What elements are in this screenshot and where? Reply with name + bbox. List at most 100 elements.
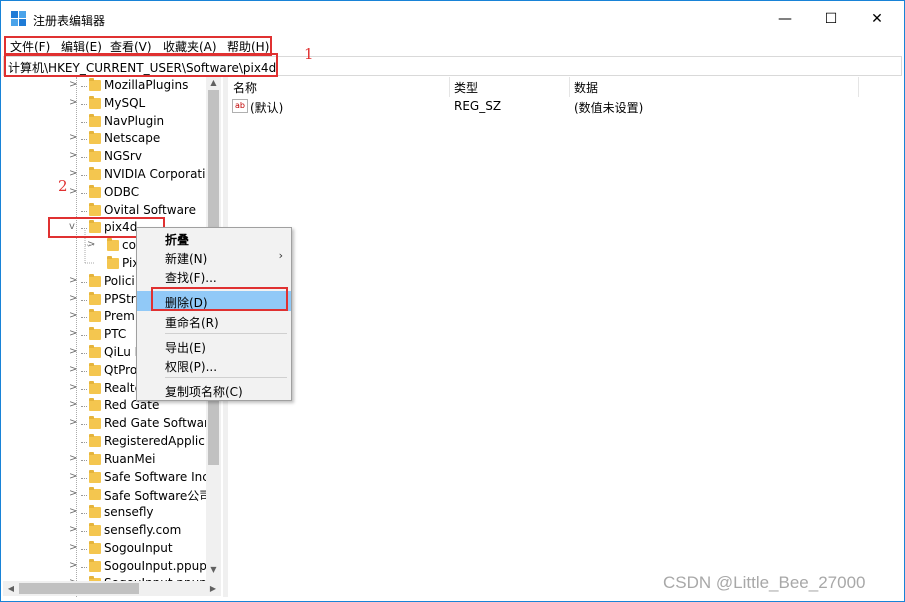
- tree-connector: [81, 281, 87, 283]
- menu-item-label: 查找(F)...: [165, 271, 217, 285]
- tree-connector: [81, 370, 87, 372]
- minimize-button[interactable]: —: [762, 1, 808, 37]
- tree-item[interactable]: > SogouInput: [3, 540, 223, 558]
- menu-item-export[interactable]: 导出(E): [137, 336, 291, 356]
- tree-connector: [81, 210, 87, 212]
- scroll-up-icon[interactable]: ▲: [206, 78, 221, 90]
- expand-chevron-icon[interactable]: >: [69, 328, 79, 339]
- expand-chevron-icon[interactable]: >: [69, 471, 79, 482]
- scroll-right-icon[interactable]: ▶: [206, 581, 220, 596]
- tree-horizontal-scrollbar[interactable]: ◀ ▶: [3, 581, 221, 596]
- tree-item[interactable]: > Safe Software Inc: [3, 469, 223, 487]
- tree-item-label: NGSrv: [104, 149, 142, 164]
- expand-chevron-icon[interactable]: >: [69, 488, 79, 499]
- expand-chevron-icon[interactable]: >: [69, 417, 79, 428]
- menu-item-collapse[interactable]: 折叠: [137, 228, 291, 248]
- tree-item-label: ODBC: [104, 184, 140, 199]
- tree-item[interactable]: > MozillaPlugins: [3, 77, 223, 95]
- column-header-type[interactable]: 类型: [454, 79, 478, 96]
- menu-item-new[interactable]: 新建(N) ›: [137, 247, 291, 267]
- tree-connector: [81, 175, 87, 176]
- expand-chevron-icon[interactable]: >: [69, 150, 79, 161]
- tree-item[interactable]: > NVIDIA Corporatio: [3, 166, 223, 184]
- expand-chevron-icon[interactable]: >: [69, 542, 79, 553]
- expand-chevron-icon[interactable]: >: [69, 346, 79, 357]
- folder-icon: [89, 380, 101, 394]
- tree-connector: [81, 513, 87, 515]
- tree-item-label: sensefly.com: [104, 523, 182, 537]
- expand-chevron-icon[interactable]: >: [69, 453, 79, 464]
- expand-chevron-icon[interactable]: >: [69, 506, 79, 517]
- tree-connector: [81, 86, 87, 87]
- expand-chevron-icon[interactable]: >: [69, 560, 79, 571]
- tree-connector: [81, 139, 87, 141]
- values-list[interactable]: 名称 类型 数据 ab (默认) REG_SZ (数值未设置): [228, 77, 903, 597]
- watermark-text: CSDN @Little_Bee_27000: [663, 573, 866, 592]
- value-name[interactable]: (默认): [250, 99, 283, 116]
- tree-connector: [81, 495, 87, 497]
- tree-connector: [81, 192, 87, 194]
- folder-icon: [89, 558, 101, 572]
- menu-item-label: 权限(P)...: [165, 360, 218, 374]
- tree-item[interactable]: NavPlugin: [3, 113, 223, 131]
- tree-item[interactable]: > Red Gate Softwar: [3, 415, 223, 433]
- column-header-name[interactable]: 名称: [233, 79, 257, 96]
- tree-item[interactable]: > NGSrv: [3, 148, 223, 166]
- column-divider[interactable]: [569, 77, 570, 97]
- tree-item[interactable]: > Netscape: [3, 130, 223, 148]
- tree-item-label: NVIDIA Corporatio: [104, 167, 213, 181]
- expand-chevron-icon[interactable]: >: [69, 293, 79, 304]
- tree-connector: [81, 442, 87, 443]
- tree-connector: [81, 317, 87, 319]
- expand-chevron-icon[interactable]: >: [69, 524, 79, 535]
- folder-icon: [89, 487, 101, 501]
- expand-chevron-icon[interactable]: >: [69, 310, 79, 321]
- column-divider[interactable]: [858, 77, 859, 97]
- folder-icon: [89, 273, 101, 287]
- tree-item[interactable]: > MySQL: [3, 95, 223, 113]
- tree-item[interactable]: > ODBC: [3, 184, 223, 202]
- tree-connector: [81, 157, 87, 159]
- expand-chevron-icon[interactable]: >: [69, 97, 79, 108]
- maximize-button[interactable]: ☐: [808, 1, 854, 37]
- folder-icon: [89, 202, 101, 216]
- tree-item-label: MySQL: [104, 95, 146, 110]
- scroll-left-icon[interactable]: ◀: [4, 581, 18, 596]
- tree-item-label: NavPlugin: [104, 113, 165, 128]
- menu-item-label: 折叠: [165, 233, 190, 247]
- column-divider[interactable]: [449, 77, 450, 97]
- expand-chevron-icon[interactable]: >: [69, 275, 79, 286]
- column-header-data[interactable]: 数据: [574, 79, 598, 96]
- expand-chevron-icon[interactable]: >: [69, 168, 79, 179]
- close-button[interactable]: ✕: [854, 1, 900, 37]
- folder-icon: [89, 131, 101, 145]
- expand-chevron-icon[interactable]: >: [69, 132, 79, 143]
- tree-item[interactable]: > sensefly: [3, 504, 223, 522]
- tree-item[interactable]: > sensefly.com: [3, 522, 223, 540]
- tree-item[interactable]: > SogouInput.ppup: [3, 558, 223, 576]
- expand-chevron-icon[interactable]: >: [69, 364, 79, 375]
- tree-item[interactable]: > RuanMei: [3, 451, 223, 469]
- annotation-box-address: [4, 53, 278, 77]
- menu-item-rename[interactable]: 重命名(R): [137, 311, 291, 331]
- tree-connector: [81, 531, 87, 532]
- tree-connector: [81, 121, 87, 123]
- hscrollbar-thumb[interactable]: [19, 583, 139, 594]
- tree-item[interactable]: > Safe Software公司: [3, 486, 223, 504]
- tree-item-label: MozillaPlugins: [104, 78, 189, 92]
- scroll-down-icon[interactable]: ▼: [206, 565, 221, 577]
- expand-chevron-icon[interactable]: >: [69, 79, 79, 90]
- tree-item[interactable]: RegisteredApplic: [3, 433, 223, 451]
- menu-item-copy-key-name[interactable]: 复制项名称(C): [137, 380, 291, 400]
- menu-item-find[interactable]: 查找(F)...: [137, 266, 291, 286]
- menu-separator: [165, 377, 287, 378]
- tree-item-label: Polici: [104, 273, 135, 288]
- tree-item-label: Red Gate Softwar: [104, 416, 209, 431]
- tree-connector: [81, 548, 87, 550]
- folder-icon: [89, 523, 101, 536]
- expand-chevron-icon[interactable]: >: [69, 382, 79, 393]
- menu-item-permissions[interactable]: 权限(P)...: [137, 355, 291, 375]
- expand-chevron-icon[interactable]: >: [69, 186, 79, 197]
- tree-item-label: SogouInput: [104, 540, 173, 555]
- expand-chevron-icon[interactable]: >: [69, 399, 79, 410]
